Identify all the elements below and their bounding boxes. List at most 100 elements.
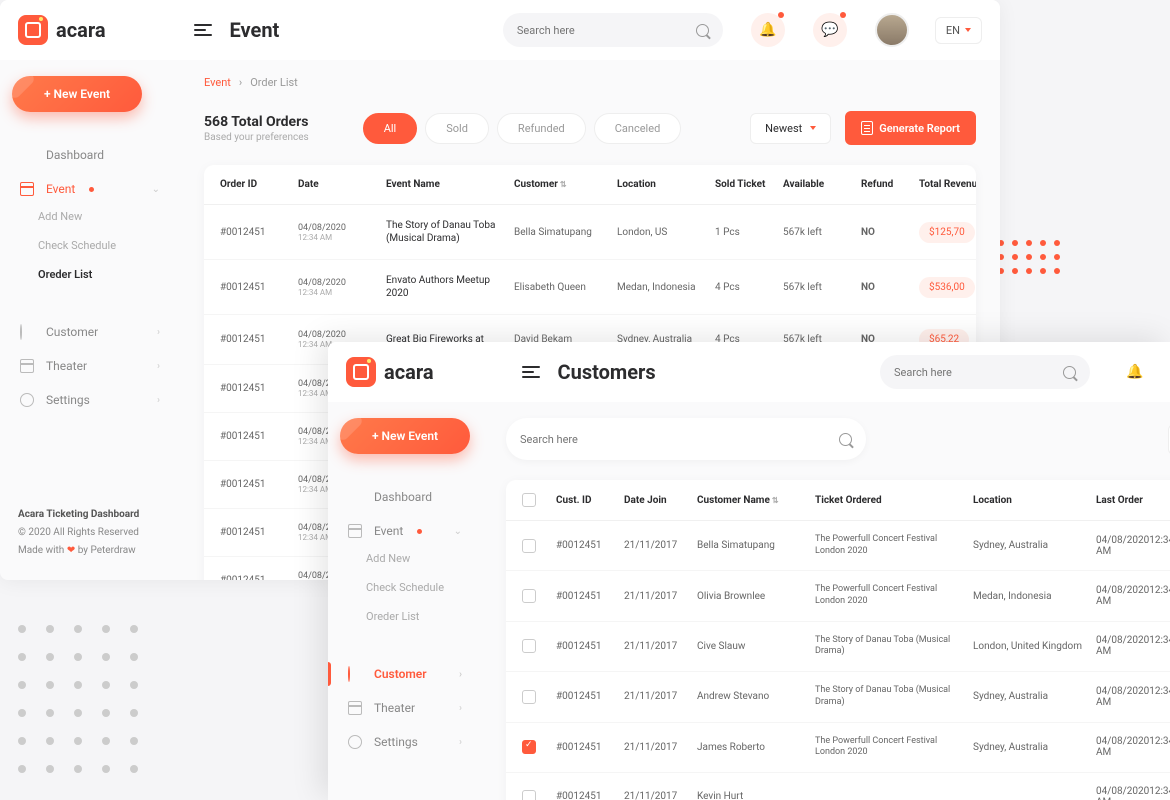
col-event[interactable]: Event Name [386,179,506,190]
language-select[interactable]: EN [935,17,982,44]
totals-sub: Based your preferences [204,132,309,143]
bell-icon: 🔔 [759,22,776,38]
search-input[interactable] [894,366,1055,379]
checkbox[interactable] [522,539,536,553]
notifications-button[interactable]: 🔔 [751,13,785,47]
table-row[interactable]: #001245121/11/2017Andrew StevanoThe Stor… [506,672,1170,722]
sidebar-item-settings[interactable]: Settings› [340,725,470,759]
sidebar-sub-check-schedule[interactable]: Check Schedule [38,231,168,260]
grid-icon [348,490,362,504]
search-input[interactable] [517,24,688,37]
col-id[interactable]: Cust. ID [556,495,616,506]
sidebar: + New Event Dashboard Event⌄ Add New Che… [328,402,482,800]
sidebar-item-dashboard[interactable]: Dashboard [12,138,168,172]
sidebar-item-event[interactable]: Event⌄ [12,172,168,206]
col-ticket[interactable]: Ticket Ordered [815,495,965,506]
checkbox[interactable] [522,790,536,800]
chevron-right-icon: › [459,703,462,714]
notifications-button[interactable]: 🔔 [1118,355,1152,389]
checkbox[interactable] [522,589,536,603]
calendar-icon [20,182,34,196]
col-name[interactable]: Customer Name⇅ [697,495,807,506]
sort-select[interactable]: Newest [750,113,831,144]
main-content: Newest Cust. ID Date Join Customer Name⇅… [482,402,1170,800]
col-revenue[interactable]: Total Revenue [919,179,976,190]
checkbox-all[interactable] [522,493,536,507]
col-sold[interactable]: Sold Ticket [715,179,775,190]
search[interactable] [880,355,1090,389]
sidebar-item-settings[interactable]: Settings› [12,383,168,417]
chevron-down-icon [810,126,816,130]
generate-report-button[interactable]: Generate Report [845,111,976,145]
customers-table: Cust. ID Date Join Customer Name⇅ Ticket… [506,480,1170,800]
breadcrumb-current: Order List [250,76,298,89]
table-row[interactable]: #001245121/11/2017Bella SimatupangThe Po… [506,521,1170,571]
calendar-icon [348,524,362,538]
sidebar-item-event[interactable]: Event⌄ [340,514,470,548]
table-row[interactable]: #001245121/11/2017Olivia BrownleeThe Pow… [506,571,1170,621]
col-customer[interactable]: Customer⇅ [514,179,609,190]
new-event-button[interactable]: + New Event [340,418,470,454]
table-row[interactable]: #001245121/11/2017Kevin Hurt04/08/202012… [506,773,1170,800]
table-row[interactable]: #001245104/08/202012:34 AMEnvato Authors… [204,260,976,315]
col-location[interactable]: Location [617,179,707,190]
decor-dots-gray [0,625,138,773]
topbar: acara Event 🔔 💬 EN [0,0,1000,60]
grid-icon [20,148,34,162]
brand-name: acara [56,18,106,42]
checkbox[interactable] [522,639,536,653]
filter-sold[interactable]: Sold [425,113,489,144]
filter-all[interactable]: All [363,113,418,144]
sidebar-sub-order-list[interactable]: Oreder List [38,260,168,289]
sort-icon: ⇅ [772,496,779,505]
breadcrumb-event[interactable]: Event [204,76,231,89]
sort-icon: ⇅ [560,180,567,189]
chevron-right-icon: › [239,76,242,89]
brand-name: acara [384,360,434,384]
menu-icon[interactable] [194,24,212,36]
table-row[interactable]: #001245104/08/202012:34 AMThe Story of D… [204,205,976,260]
col-refund[interactable]: Refund [861,179,911,190]
sidebar-sub-add-new[interactable]: Add New [38,202,168,231]
menu-icon[interactable] [522,366,540,378]
bell-icon: 🔔 [1126,364,1143,380]
table-header: Order ID Date Event Name Customer⇅ Locat… [204,165,976,205]
col-location[interactable]: Location [973,495,1088,506]
sidebar-item-theater[interactable]: Theater› [12,349,168,383]
sidebar-item-theater[interactable]: Theater› [340,691,470,725]
search-input[interactable] [520,433,831,446]
sidebar: + New Event Dashboard Event⌄ Add New Che… [0,60,180,580]
avatar[interactable] [875,13,909,47]
table-row[interactable]: #001245121/11/2017James RobertoThe Power… [506,723,1170,773]
window-customers: acara Customers 🔔 + New Event Dashboard … [328,342,1170,800]
header-row: 568 Total Orders Based your preferences … [204,111,976,145]
chevron-down-icon [965,28,971,32]
new-event-button[interactable]: + New Event [12,76,142,112]
chevron-down-icon: ⌄ [152,184,160,195]
col-join[interactable]: Date Join [624,495,689,506]
checkbox[interactable] [522,740,536,754]
table-row[interactable]: #001245121/11/2017Cive SlauwThe Story of… [506,622,1170,672]
sidebar-item-dashboard[interactable]: Dashboard [340,480,470,514]
brand[interactable]: acara [346,357,434,387]
theater-icon [20,359,34,373]
checkbox[interactable] [522,690,536,704]
search[interactable] [506,418,866,460]
sidebar-sub-order-list[interactable]: Oreder List [366,602,470,631]
messages-button[interactable]: 💬 [813,13,847,47]
heart-icon: ❤ [67,545,75,556]
sidebar-sub-add-new[interactable]: Add New [366,544,470,573]
filter-canceled[interactable]: Canceled [594,113,682,144]
sidebar-item-customer[interactable]: Customer› [340,657,470,691]
sidebar-sub-check-schedule[interactable]: Check Schedule [366,573,470,602]
col-last[interactable]: Last Order [1096,495,1170,506]
chevron-right-icon: › [459,737,462,748]
col-date[interactable]: Date [298,179,378,190]
sidebar-item-customer[interactable]: Customer› [12,315,168,349]
search[interactable] [503,13,723,47]
col-id[interactable]: Order ID [220,179,290,190]
sidebar-footer: Acara Ticketing Dashboard © 2020 All Rig… [18,506,139,560]
brand[interactable]: acara [18,15,106,45]
col-available[interactable]: Available [783,179,853,190]
filter-refunded[interactable]: Refunded [497,113,586,144]
